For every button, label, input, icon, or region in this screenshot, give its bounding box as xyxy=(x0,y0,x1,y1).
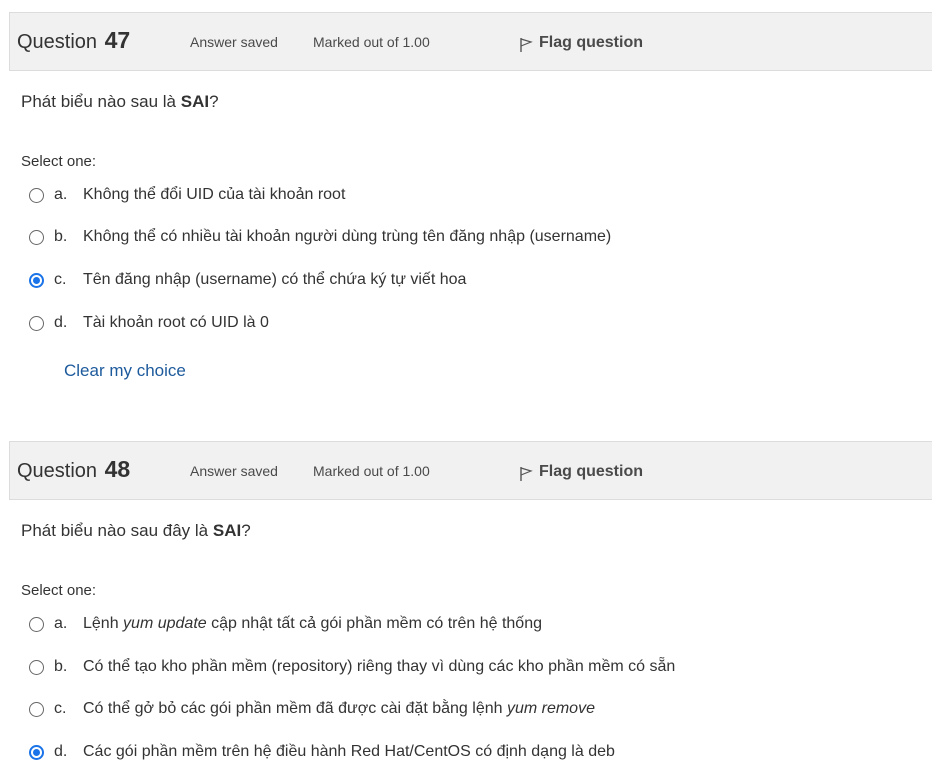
flag-outline-icon xyxy=(520,467,533,481)
answer-option-b[interactable]: b. Không thể có nhiều tài khoản người dù… xyxy=(29,226,611,248)
option-text: Lệnh yum update cập nhật tất cả gói phần… xyxy=(83,615,542,633)
option-text: Các gói phần mềm trên hệ điều hành Red H… xyxy=(83,743,615,760)
option-text: Không thể đổi UID của tài khoản root xyxy=(83,186,346,203)
radio-button[interactable] xyxy=(29,315,44,331)
select-prompt: Select one: xyxy=(21,153,97,170)
question-number: Question 47 xyxy=(17,27,130,54)
option-text: Không thể có nhiều tài khoản người dùng … xyxy=(83,228,612,245)
question-grade: Marked out of 1.00 xyxy=(313,34,430,50)
answer-option-b[interactable]: b. Có thể tạo kho phần mềm (repository) … xyxy=(29,656,675,678)
flag-question-label: Flag question xyxy=(539,34,643,51)
question-header: Question 48 Answer saved Marked out of 1… xyxy=(9,441,932,500)
option-text: Tên đăng nhập (username) có thể chứa ký … xyxy=(83,271,467,288)
option-letter: b. xyxy=(54,658,68,675)
question-label: Question xyxy=(17,460,98,482)
option-text-part: cập nhật tất cả gói phần mềm có trên hệ … xyxy=(206,615,542,632)
question-text: Phát biểu nào sau là SAI? xyxy=(21,92,219,112)
option-letter: b. xyxy=(54,228,68,245)
flag-question-button[interactable]: Flag question xyxy=(519,462,643,482)
question-grade: Marked out of 1.00 xyxy=(313,463,430,479)
question-47: Question 47 Answer saved Marked out of 1… xyxy=(0,12,932,380)
radio-button[interactable] xyxy=(29,616,44,632)
question-number: Question 48 xyxy=(17,456,130,483)
question-label: Question xyxy=(17,31,98,53)
radio-button[interactable] xyxy=(29,187,44,203)
question-number-value: 48 xyxy=(104,456,131,482)
option-text: Tài khoản root có UID là 0 xyxy=(83,314,269,331)
question-text-emphasis: SAI xyxy=(212,521,242,540)
option-text-part: Có thể gở bỏ các gói phần mềm đã được cà… xyxy=(83,700,507,717)
question-text-part: ? xyxy=(241,521,251,540)
option-text: Có thể gở bỏ các gói phần mềm đã được cà… xyxy=(83,700,595,718)
option-letter: d. xyxy=(54,743,68,760)
answer-option-d[interactable]: d. Các gói phần mềm trên hệ điều hành Re… xyxy=(29,741,615,763)
answer-option-a[interactable]: a. Không thể đổi UID của tài khoản root xyxy=(29,184,345,206)
question-header: Question 47 Answer saved Marked out of 1… xyxy=(9,12,932,71)
answer-state: Answer saved xyxy=(190,34,278,50)
flag-question-button[interactable]: Flag question xyxy=(519,33,643,53)
answer-state: Answer saved xyxy=(190,463,278,479)
clear-choice-link[interactable]: Clear my choice xyxy=(64,361,186,381)
option-letter: c. xyxy=(54,700,67,717)
radio-button-selected[interactable] xyxy=(29,272,44,288)
question-text-emphasis: SAI xyxy=(180,92,210,111)
question-number-value: 47 xyxy=(104,27,131,53)
option-text-command: yum update xyxy=(123,615,207,632)
option-letter: d. xyxy=(54,314,68,331)
option-text-command: yum remove xyxy=(506,700,595,717)
flag-question-label: Flag question xyxy=(539,463,643,480)
answer-option-a[interactable]: a. Lệnh yum update cập nhật tất cả gói p… xyxy=(29,613,542,635)
radio-button[interactable] xyxy=(29,229,44,245)
option-letter: a. xyxy=(54,615,68,632)
option-letter: c. xyxy=(54,271,67,288)
option-text-part: Lệnh xyxy=(83,615,124,632)
answer-option-c[interactable]: c. Tên đăng nhập (username) có thể chứa … xyxy=(29,269,466,291)
flag-outline-icon xyxy=(520,38,533,52)
select-prompt: Select one: xyxy=(21,582,97,599)
question-text-part: ? xyxy=(209,92,219,111)
question-text: Phát biểu nào sau đây là SAI? xyxy=(21,521,251,541)
question-48: Question 48 Answer saved Marked out of 1… xyxy=(0,441,932,760)
radio-button-selected[interactable] xyxy=(29,744,44,760)
option-letter: a. xyxy=(54,186,68,203)
option-text: Có thể tạo kho phần mềm (repository) riê… xyxy=(83,658,676,675)
question-text-part: Phát biểu nào sau đây là xyxy=(21,521,213,540)
radio-button[interactable] xyxy=(29,659,44,675)
answer-option-d[interactable]: d. Tài khoản root có UID là 0 xyxy=(29,312,269,334)
answer-option-c[interactable]: c. Có thể gở bỏ các gói phần mềm đã được… xyxy=(29,698,595,720)
radio-button[interactable] xyxy=(29,701,44,717)
question-text-part: Phát biểu nào sau là xyxy=(21,92,181,111)
